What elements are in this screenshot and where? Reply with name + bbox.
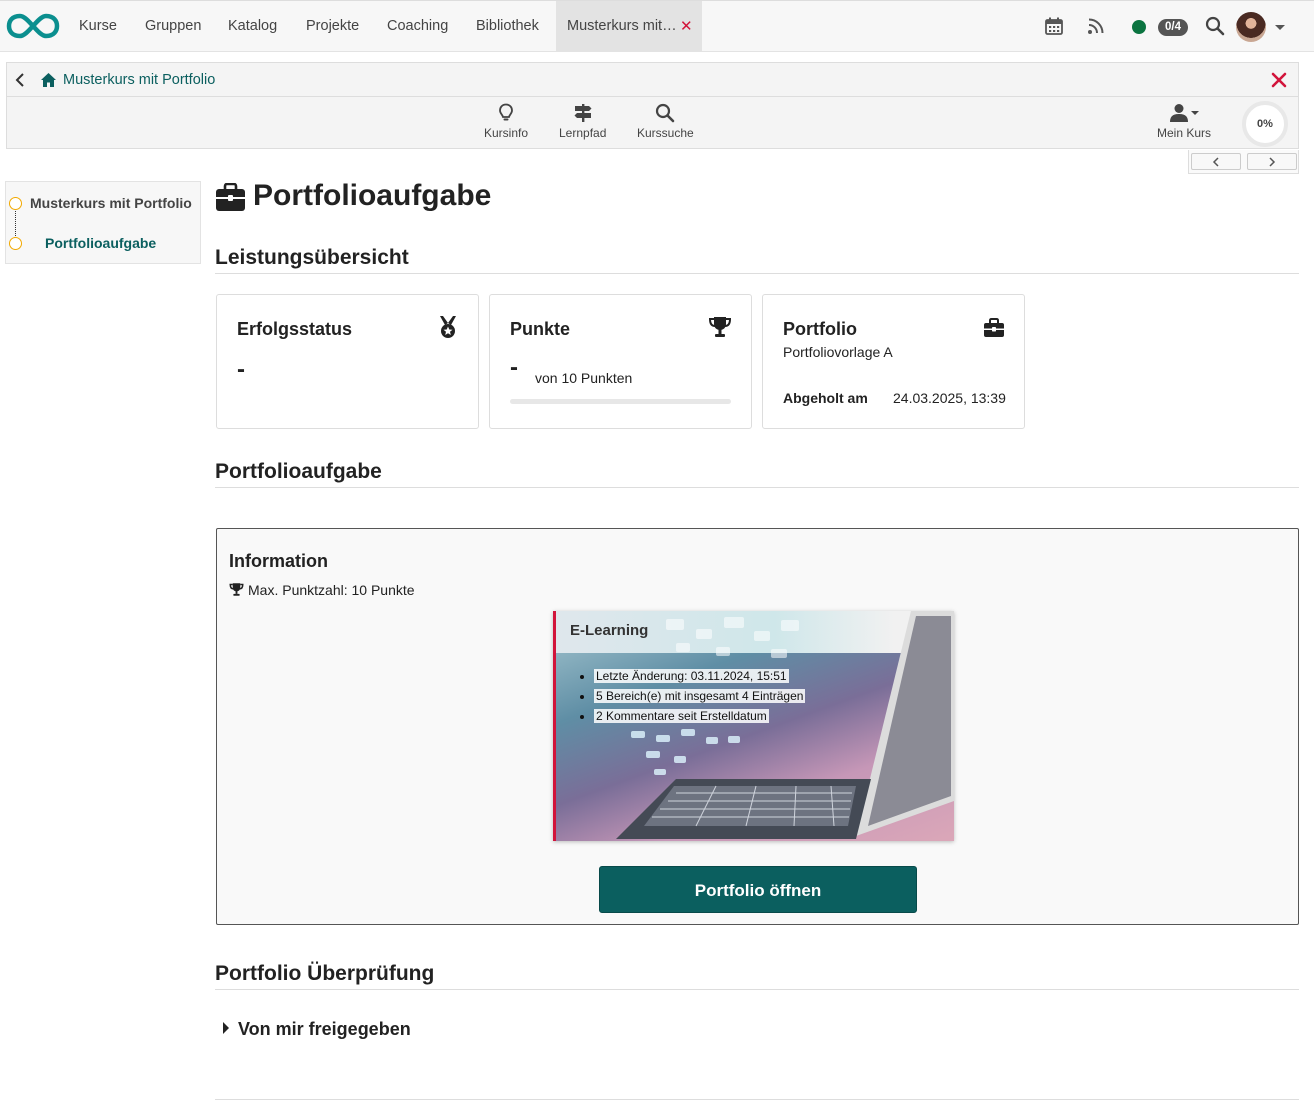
- list-item: Letzte Änderung: 03.11.2024, 15:51: [594, 666, 805, 686]
- user-icon: [1170, 104, 1200, 122]
- list-item: 5 Bereich(e) mit insgesamt 4 Einträgen: [594, 686, 806, 706]
- open-portfolio-button[interactable]: Portfolio öffnen: [599, 866, 917, 913]
- portfolio-template: Portfoliovorlage A: [783, 344, 893, 360]
- portfolio-card: Portfolio Portfoliovorlage A Abgeholt am…: [762, 294, 1025, 429]
- card-title: Erfolgsstatus: [237, 319, 353, 339]
- pickup-date: 24.03.2025, 13:39: [893, 390, 1006, 406]
- chevron-right-icon: [1269, 157, 1276, 167]
- infinity-logo-icon[interactable]: [6, 12, 60, 40]
- points-max: von 10 Punkten: [535, 370, 633, 386]
- divider: [215, 1099, 1299, 1100]
- trophy-icon: [708, 317, 732, 337]
- calendar-icon[interactable]: [1044, 16, 1064, 36]
- tool-kursinfo-label: Kursinfo: [484, 126, 529, 140]
- chevron-left-icon: [1212, 157, 1219, 167]
- portfolio-preview-image[interactable]: E-Learning • Letzte Änderung: 03.11.2024…: [553, 611, 954, 841]
- search-icon[interactable]: [1205, 16, 1225, 36]
- divider: [215, 487, 1299, 488]
- medal-icon: [440, 316, 456, 338]
- points-progress-bar: [510, 399, 731, 404]
- menu-item-course-root[interactable]: Musterkurs mit Portfolio: [30, 195, 192, 211]
- divider: [215, 273, 1299, 274]
- home-icon[interactable]: [40, 72, 57, 88]
- course-menu: Musterkurs mit Portfolio Portfolioaufgab…: [5, 181, 201, 264]
- course-toolbar: Musterkurs mit Portfolio Kursinfo Lernpf…: [6, 62, 1299, 149]
- briefcase-icon: [216, 183, 245, 211]
- search-icon: [656, 103, 675, 123]
- rss-icon[interactable]: [1086, 16, 1106, 36]
- pickup-label: Abgeholt am: [783, 390, 868, 406]
- chevron-down-icon[interactable]: [1275, 25, 1285, 30]
- nav-tab-course-label: Musterkurs mit…: [567, 18, 677, 34]
- tool-lernpfad[interactable]: Lernpfad: [559, 103, 606, 140]
- nav-item-kurse[interactable]: Kurse: [79, 1, 117, 52]
- nav-item-katalog[interactable]: Katalog: [228, 1, 277, 52]
- lightbulb-icon: [499, 103, 513, 121]
- page-title: Portfolioaufgabe: [253, 179, 492, 212]
- online-status-icon[interactable]: [1132, 20, 1146, 34]
- avatar[interactable]: [1236, 12, 1266, 42]
- close-icon[interactable]: [1270, 71, 1288, 89]
- node-status-icon: [9, 237, 22, 250]
- caret-right-icon: [223, 1022, 229, 1034]
- laptop-illustration-icon: [616, 611, 954, 839]
- chevron-left-icon[interactable]: [14, 73, 26, 87]
- information-title: Information: [229, 551, 328, 571]
- overview-heading: Leistungsübersicht: [215, 246, 409, 269]
- task-heading: Portfolioaufgabe: [215, 460, 382, 483]
- nav-item-bibliothek[interactable]: Bibliothek: [476, 1, 539, 52]
- nav-item-gruppen[interactable]: Gruppen: [145, 1, 201, 52]
- close-tab-icon[interactable]: ✕: [680, 1, 693, 52]
- card-title: Portfolio: [783, 319, 857, 339]
- nav-item-projekte[interactable]: Projekte: [306, 1, 359, 52]
- previous-node-button[interactable]: [1191, 153, 1241, 170]
- next-node-button[interactable]: [1247, 153, 1297, 170]
- top-navigation: Kurse Gruppen Katalog Projekte Coaching …: [0, 0, 1314, 52]
- nav-item-coaching[interactable]: Coaching: [387, 1, 448, 52]
- my-course-menu[interactable]: Mein Kurs: [1157, 103, 1211, 140]
- signpost-icon: [574, 104, 592, 122]
- menu-item-portfolioaufgabe[interactable]: Portfolioaufgabe: [45, 235, 156, 251]
- max-points-text: Max. Punktzahl: 10 Punkte: [248, 582, 415, 598]
- divider: [215, 989, 1299, 990]
- course-breadcrumb: Musterkurs mit Portfolio: [7, 63, 1298, 97]
- card-title: Punkte: [510, 319, 571, 339]
- tool-kurssuche-label: Kurssuche: [637, 126, 694, 140]
- my-course-label: Mein Kurs: [1157, 126, 1212, 140]
- success-status-value: -: [237, 356, 245, 383]
- trophy-icon: [229, 583, 244, 596]
- preview-summary-list: Letzte Änderung: 03.11.2024, 15:51 5 Ber…: [594, 666, 806, 726]
- shared-by-me-label: Von mir freigegeben: [238, 1019, 411, 1039]
- max-points-line: Max. Punktzahl: 10 Punkte: [229, 582, 415, 598]
- tool-kurssuche[interactable]: Kurssuche: [637, 103, 694, 140]
- menu-connector: [15, 211, 16, 240]
- course-title-link[interactable]: Musterkurs mit Portfolio: [63, 63, 215, 97]
- list-item: 2 Kommentare seit Erstelldatum: [594, 706, 805, 726]
- success-status-card: Erfolgsstatus -: [216, 294, 479, 429]
- points-card: Punkte - von 10 Punkten: [489, 294, 752, 429]
- node-status-icon: [9, 197, 22, 210]
- course-pager: [1188, 150, 1299, 174]
- review-heading: Portfolio Überprüfung: [215, 962, 435, 985]
- tool-lernpfad-label: Lernpfad: [559, 126, 607, 140]
- notification-badge[interactable]: 0/4: [1158, 19, 1188, 36]
- shared-by-me-toggle[interactable]: Von mir freigegeben: [222, 1019, 411, 1040]
- briefcase-icon: [984, 318, 1004, 337]
- course-progress: 0%: [1242, 101, 1288, 147]
- information-box: Information Max. Punktzahl: 10 Punkte E-…: [216, 528, 1299, 925]
- nav-tab-course[interactable]: Musterkurs mit… ✕: [556, 1, 702, 52]
- tool-kursinfo[interactable]: Kursinfo: [484, 103, 528, 140]
- points-value: -: [510, 354, 518, 381]
